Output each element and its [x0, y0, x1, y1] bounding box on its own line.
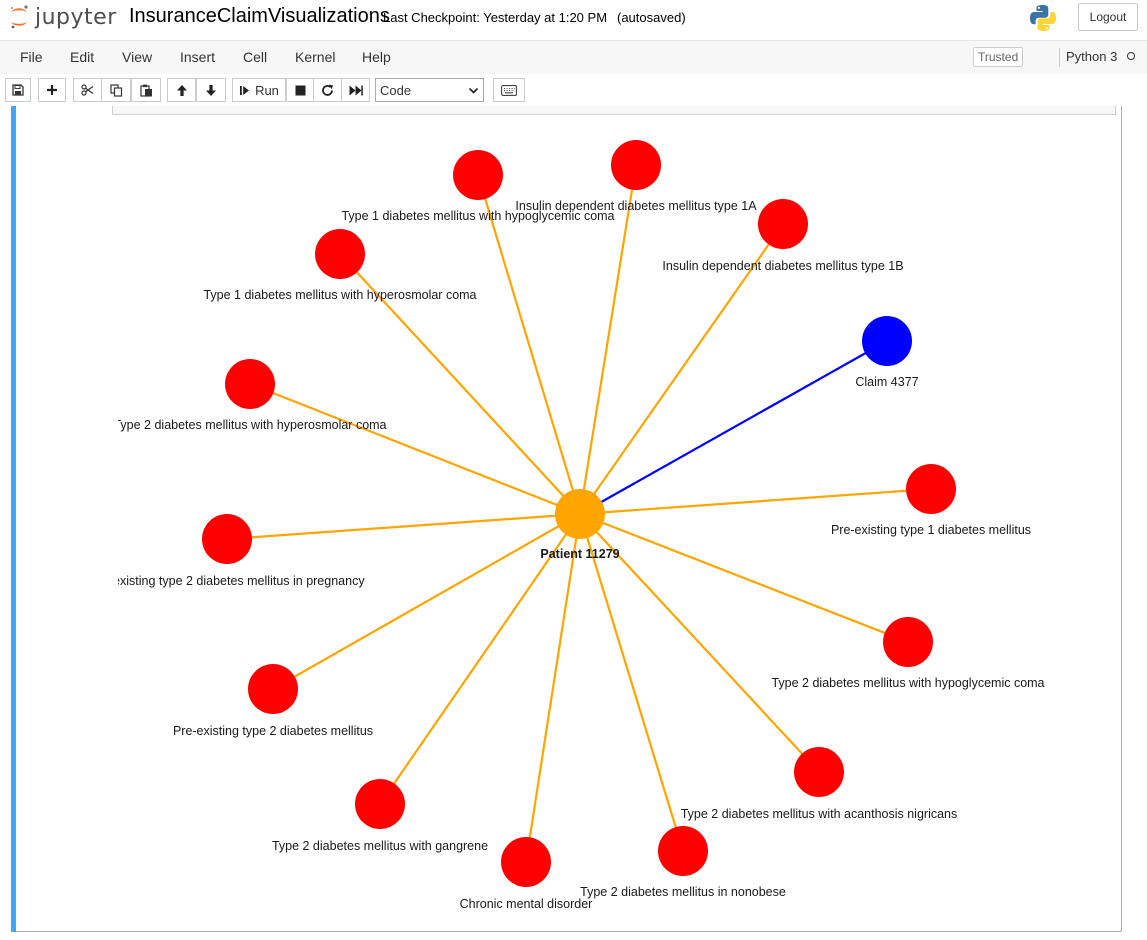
restart-run-all-button[interactable]: [341, 78, 370, 102]
condition-node-type-2-diabetes-mellitus-with-hypoglycemic-coma: [883, 617, 933, 667]
condition-node-chronic-mental-disorder: [501, 837, 551, 887]
paste-icon: [139, 84, 152, 97]
patient-node: [555, 489, 605, 539]
edge-claim-4377: [579, 340, 888, 515]
cell-output-area: Type 1 diabetes mellitus with hypoglycem…: [118, 106, 1121, 932]
condition-node-pre-existing-type-2-diabetes-mellitus: [248, 664, 298, 714]
condition-node-pre-existing-type-1-diabetes-mellitus: [906, 464, 956, 514]
menu-edit[interactable]: Edit: [70, 49, 94, 65]
menu-view[interactable]: View: [122, 49, 152, 65]
menu-kernel[interactable]: Kernel: [295, 49, 335, 65]
scissors-icon: [81, 84, 94, 96]
jupyter-logo-icon: [10, 5, 28, 29]
chevron-down-icon: [468, 87, 479, 94]
logout-button[interactable]: Logout: [1078, 3, 1138, 31]
kernel-idle-icon: [1127, 52, 1135, 60]
node-label: Chronic mental disorder: [460, 897, 593, 911]
node-label: Type 2 diabetes mellitus with acanthosis…: [681, 807, 958, 821]
node-label: Pre-existing type 2 diabetes mellitus in…: [118, 574, 365, 588]
condition-node-insulin-dependent-diabetes-mellitus-type-1b: [758, 199, 808, 249]
menubar: File Edit View Insert Cell Kernel Help T…: [0, 40, 1147, 75]
node-label: Pre-existing type 1 diabetes mellitus: [831, 523, 1031, 537]
run-button-label: Run: [255, 82, 279, 98]
paste-button[interactable]: [131, 78, 161, 102]
toolbar: Run Code: [0, 74, 1147, 106]
arrow-down-icon: [206, 84, 216, 96]
condition-node-type-2-diabetes-mellitus-with-hyperosmolar-coma: [225, 359, 275, 409]
interrupt-button[interactable]: [286, 78, 314, 102]
claim-node-claim-4377: [862, 316, 912, 366]
insert-cell-button[interactable]: [38, 78, 66, 102]
notebook-container: g Type 1 diabetes mellitus with hypoglyc…: [0, 106, 1147, 940]
stop-icon: [295, 85, 305, 95]
arrow-up-icon: [176, 84, 187, 96]
menu-file[interactable]: File: [20, 49, 43, 65]
edge-pre-existing-type-2-diabetes-mellitus: [272, 513, 581, 690]
node-label: Type 2 diabetes mellitus with hypoglycem…: [771, 676, 1044, 690]
autosave-status: (autosaved): [617, 10, 686, 25]
edge-type-1-diabetes-mellitus-with-hypoglycemic-coma: [476, 174, 582, 515]
node-label: Type 2 diabetes mellitus in nonobese: [580, 885, 786, 899]
kernel-name[interactable]: Python 3: [1066, 49, 1117, 64]
fast-forward-icon: [349, 85, 363, 95]
checkpoint-status: Last Checkpoint: Yesterday at 1:20 PM: [383, 10, 608, 25]
node-label: Type 1 diabetes mellitus with hyperosmol…: [203, 288, 476, 302]
save-button[interactable]: [5, 78, 31, 102]
cut-button[interactable]: [73, 78, 102, 102]
condition-node-type-1-diabetes-mellitus-with-hyperosmolar-coma: [315, 229, 365, 279]
python-logo-icon: [1028, 3, 1058, 38]
menu-help[interactable]: Help: [362, 49, 391, 65]
menu-insert[interactable]: Insert: [180, 49, 215, 65]
jupyter-logo-text: jupyter: [35, 4, 117, 30]
node-label: Insulin dependent diabetes mellitus type…: [662, 259, 903, 273]
command-palette-button[interactable]: [493, 78, 525, 102]
node-label: Pre-existing type 2 diabetes mellitus: [173, 724, 373, 738]
edge-type-2-diabetes-mellitus-in-nonobese: [578, 513, 685, 852]
node-label: Type 2 diabetes mellitus with gangrene: [272, 839, 488, 853]
move-down-button[interactable]: [196, 78, 226, 102]
node-label: Insulin dependent diabetes mellitus type…: [515, 199, 757, 213]
save-icon: [12, 84, 24, 96]
condition-node-type-2-diabetes-mellitus-with-acanthosis-nigricans: [794, 747, 844, 797]
edge-pre-existing-type-2-diabetes-mellitus-in-pregnancy: [226, 512, 581, 541]
cell-type-value: Code: [380, 82, 412, 98]
edge-type-2-diabetes-mellitus-with-hyperosmolar-coma: [249, 382, 581, 516]
step-forward-icon: [240, 85, 250, 95]
node-label: Claim 4377: [855, 375, 918, 389]
condition-node-type-2-diabetes-mellitus-in-nonobese: [658, 826, 708, 876]
keyboard-icon: [501, 84, 517, 96]
refresh-icon: [322, 84, 333, 96]
condition-node-type-2-diabetes-mellitus-with-gangrene: [355, 779, 405, 829]
move-up-button[interactable]: [167, 78, 196, 102]
plus-icon: [47, 85, 57, 95]
copy-icon: [109, 83, 122, 97]
network-graph: Type 1 diabetes mellitus with hypoglycem…: [118, 140, 1045, 911]
notebook-title[interactable]: InsuranceClaimVisualizations: [129, 5, 390, 28]
notebook-header: jupyter InsuranceClaimVisualizations Las…: [0, 0, 1147, 38]
cell-type-select[interactable]: Code: [375, 78, 484, 102]
condition-node-pre-existing-type-2-diabetes-mellitus-in-pregnancy: [202, 514, 252, 564]
cell-selection-bar: [11, 106, 16, 932]
trusted-indicator[interactable]: Trusted: [973, 47, 1023, 67]
copy-button[interactable]: [101, 78, 131, 102]
kernel-divider: [1059, 48, 1060, 67]
menu-cell[interactable]: Cell: [243, 49, 267, 65]
restart-button[interactable]: [313, 78, 342, 102]
edge-chronic-mental-disorder: [524, 513, 582, 863]
condition-node-insulin-dependent-diabetes-mellitus-type-1a: [611, 140, 661, 190]
edge-pre-existing-type-1-diabetes-mellitus: [579, 487, 932, 516]
condition-node-type-1-diabetes-mellitus-with-hypoglycemic-coma: [453, 150, 503, 200]
node-label: Type 2 diabetes mellitus with hyperosmol…: [118, 418, 387, 432]
run-button[interactable]: Run: [232, 78, 286, 102]
patient-node-label: Patient 11279: [540, 547, 619, 561]
jupyter-logo[interactable]: jupyter: [8, 4, 117, 30]
